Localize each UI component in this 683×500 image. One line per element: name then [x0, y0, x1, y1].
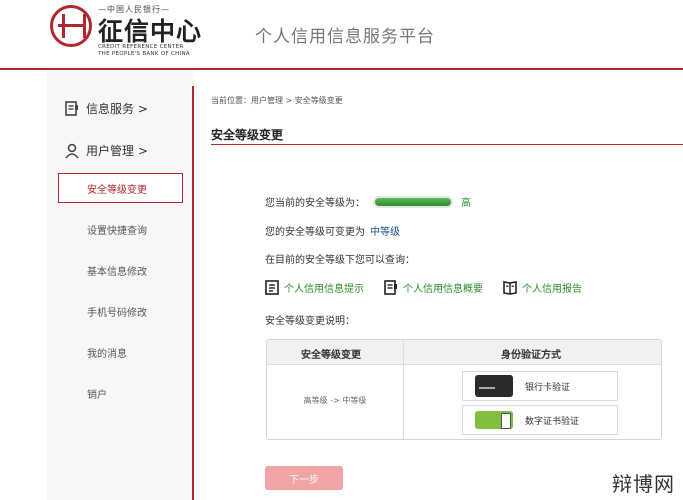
summary-document-icon [384, 280, 397, 295]
link-label: 个人信用信息概要 [403, 284, 483, 295]
table-column-divider [403, 340, 404, 439]
bank-card-verification-option[interactable]: 银行卡验证 [462, 371, 618, 401]
logo-english-line2: THE PEOPLE'S BANK OF CHINA [98, 51, 190, 57]
security-level-bar [373, 195, 453, 208]
user-icon [65, 143, 79, 159]
sidebar: 信息服务 > 用户管理 > 安全等级变更 设置快捷查询 基本信息修改 手机号码修… [47, 70, 194, 500]
page-title: 安全等级变更 [211, 128, 284, 142]
sidebar-head-label: 信息服务 > [86, 102, 148, 116]
link-credit-info-hint[interactable]: 个人信用信息提示 [265, 280, 364, 295]
sidebar-item-basic-info[interactable]: 基本信息修改 [87, 263, 147, 278]
explain-label-row: 安全等级变更说明： [265, 312, 355, 327]
breadcrumb: 当前位置：用户管理 > 安全等级变更 [211, 96, 343, 105]
sidebar-head-label: 用户管理 > [86, 144, 148, 158]
sidebar-item-my-messages[interactable]: 我的消息 [87, 345, 127, 360]
link-credit-info-summary[interactable]: 个人信用信息概要 [384, 280, 483, 295]
document-icon [65, 100, 78, 116]
explain-label: 安全等级变更说明： [265, 316, 355, 327]
query-links: 个人信用信息提示 个人信用信息概要 个人信用报告 [265, 280, 602, 295]
watermark: 辩博网 [612, 472, 675, 496]
link-credit-report[interactable]: 个人信用报告 [503, 280, 582, 295]
table-header-method: 身份验证方式 [501, 350, 561, 361]
query-label: 在目前的安全等级下您可以查询： [265, 255, 415, 266]
sidebar-item-close-account[interactable]: 销户 [87, 386, 107, 401]
digital-certificate-icon [475, 411, 513, 429]
security-change-table: 安全等级变更 身份验证方式 高等级 -> 中等级 银行卡验证 数字证书验证 [266, 339, 662, 440]
sidebar-head-info-service[interactable]: 信息服务 > [65, 100, 148, 117]
info-document-icon [265, 280, 279, 295]
logo-english-line1: CREDIT REFERENCE CENTER [98, 44, 184, 50]
report-book-icon [503, 281, 517, 295]
title-divider [211, 144, 683, 145]
credit-center-logo-icon [50, 5, 92, 47]
table-header-change: 安全等级变更 [301, 350, 361, 361]
platform-title: 个人信用信息服务平台 [255, 27, 435, 47]
current-level-row: 您当前的安全等级为： 高 [265, 194, 471, 209]
bank-card-icon [475, 375, 513, 397]
method-label: 银行卡验证 [525, 382, 571, 393]
changeable-level-label: 您的安全等级可变更为 [265, 227, 365, 238]
sidebar-item-security-level-change[interactable]: 安全等级变更 [58, 173, 183, 203]
sidebar-item-quick-query[interactable]: 设置快捷查询 [87, 222, 147, 237]
digital-certificate-verification-option[interactable]: 数字证书验证 [462, 405, 618, 435]
changeable-level-row: 您的安全等级可变更为 中等级 [265, 223, 400, 238]
changeable-level-value: 中等级 [370, 227, 400, 238]
security-level-fill [375, 197, 451, 206]
query-label-row: 在目前的安全等级下您可以查询： [265, 251, 415, 266]
next-step-button[interactable]: 下一步 [265, 466, 343, 490]
method-label: 数字证书验证 [525, 416, 580, 427]
table-header: 安全等级变更 身份验证方式 [267, 340, 661, 365]
current-level-value: 高 [461, 198, 471, 209]
level-change-text: 高等级 -> 中等级 [303, 396, 367, 405]
sidebar-divider [192, 86, 194, 500]
link-label: 个人信用信息提示 [284, 284, 364, 295]
header: —中国人民银行— 征信中心 CREDIT REFERENCE CENTER TH… [0, 0, 683, 70]
logo-main-text: 征信中心 [98, 17, 203, 46]
sidebar-item-phone-number[interactable]: 手机号码修改 [87, 304, 147, 319]
current-level-label: 您当前的安全等级为： [265, 198, 365, 209]
sidebar-head-user-management[interactable]: 用户管理 > [65, 142, 148, 159]
link-label: 个人信用报告 [522, 284, 582, 295]
